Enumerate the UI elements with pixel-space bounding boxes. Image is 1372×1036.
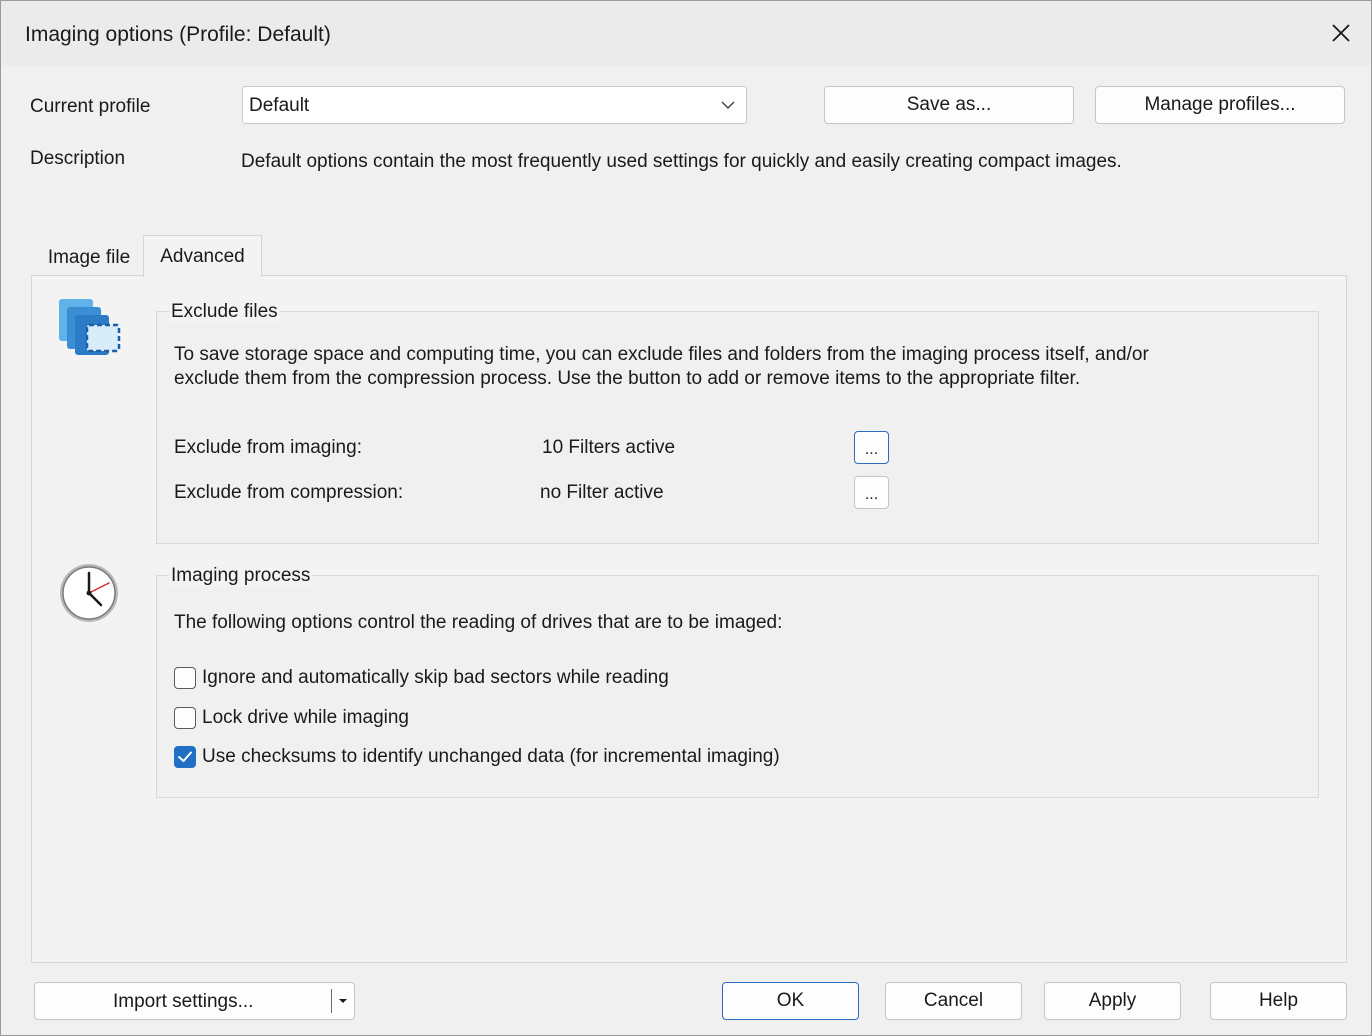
exclude-imaging-browse-button[interactable]: ...: [854, 431, 889, 464]
manage-profiles-button[interactable]: Manage profiles...: [1095, 86, 1345, 124]
files-exclude-icon: [59, 299, 121, 355]
option-skip-bad-sectors[interactable]: Ignore and automatically skip bad sector…: [174, 665, 669, 691]
option-lock-drive[interactable]: Lock drive while imaging: [174, 705, 409, 731]
split-separator: [331, 989, 332, 1013]
description-label: Description: [30, 148, 126, 169]
tab-advanced[interactable]: Advanced: [143, 235, 262, 277]
tab-image-file[interactable]: Image file: [35, 241, 143, 275]
profile-select-value: Default: [249, 95, 310, 116]
dropdown-arrow-icon[interactable]: [337, 996, 349, 1006]
close-button[interactable]: [1319, 11, 1363, 55]
option-use-checksums-label: Use checksums to identify unchanged data…: [202, 746, 780, 767]
exclude-imaging-label: Exclude from imaging:: [174, 437, 362, 458]
chevron-down-icon: [721, 101, 735, 110]
dialog-window: Imaging options (Profile: Default) Curre…: [0, 0, 1372, 1036]
exclude-compression-browse-button[interactable]: ...: [854, 476, 889, 509]
exclude-description-line1: To save storage space and computing time…: [174, 344, 1149, 365]
save-as-button[interactable]: Save as...: [824, 86, 1074, 124]
clock-icon: [60, 564, 118, 622]
cancel-button[interactable]: Cancel: [885, 982, 1022, 1020]
help-button[interactable]: Help: [1210, 982, 1347, 1020]
description-text: Default options contain the most frequen…: [241, 151, 1122, 172]
exclude-description-line2: exclude them from the compression proces…: [174, 368, 1081, 389]
close-icon[interactable]: [1331, 23, 1351, 43]
checkmark-icon: [177, 751, 192, 762]
profile-select[interactable]: Default: [242, 86, 747, 124]
option-skip-bad-sectors-label: Ignore and automatically skip bad sector…: [202, 667, 669, 688]
exclude-compression-status: no Filter active: [540, 482, 664, 503]
exclude-imaging-status: 10 Filters active: [542, 437, 676, 458]
imaging-process-title: Imaging process: [169, 565, 313, 587]
option-use-checksums[interactable]: Use checksums to identify unchanged data…: [174, 744, 780, 770]
imaging-process-intro: The following options control the readin…: [174, 612, 783, 633]
import-settings-label: Import settings...: [113, 991, 254, 1012]
option-lock-drive-label: Lock drive while imaging: [202, 707, 409, 728]
exclude-files-title: Exclude files: [169, 301, 280, 323]
title-bar: Imaging options (Profile: Default): [1, 1, 1371, 65]
import-settings-split-button[interactable]: Import settings...: [34, 982, 355, 1020]
exclude-compression-label: Exclude from compression:: [174, 482, 404, 503]
window-title: Imaging options (Profile: Default): [25, 23, 331, 46]
checkbox-use-checksums[interactable]: [174, 746, 196, 768]
apply-button[interactable]: Apply: [1044, 982, 1181, 1020]
checkbox-skip-bad-sectors[interactable]: [174, 667, 196, 689]
current-profile-label: Current profile: [30, 96, 151, 117]
ok-button[interactable]: OK: [722, 982, 859, 1020]
checkbox-lock-drive[interactable]: [174, 707, 196, 729]
